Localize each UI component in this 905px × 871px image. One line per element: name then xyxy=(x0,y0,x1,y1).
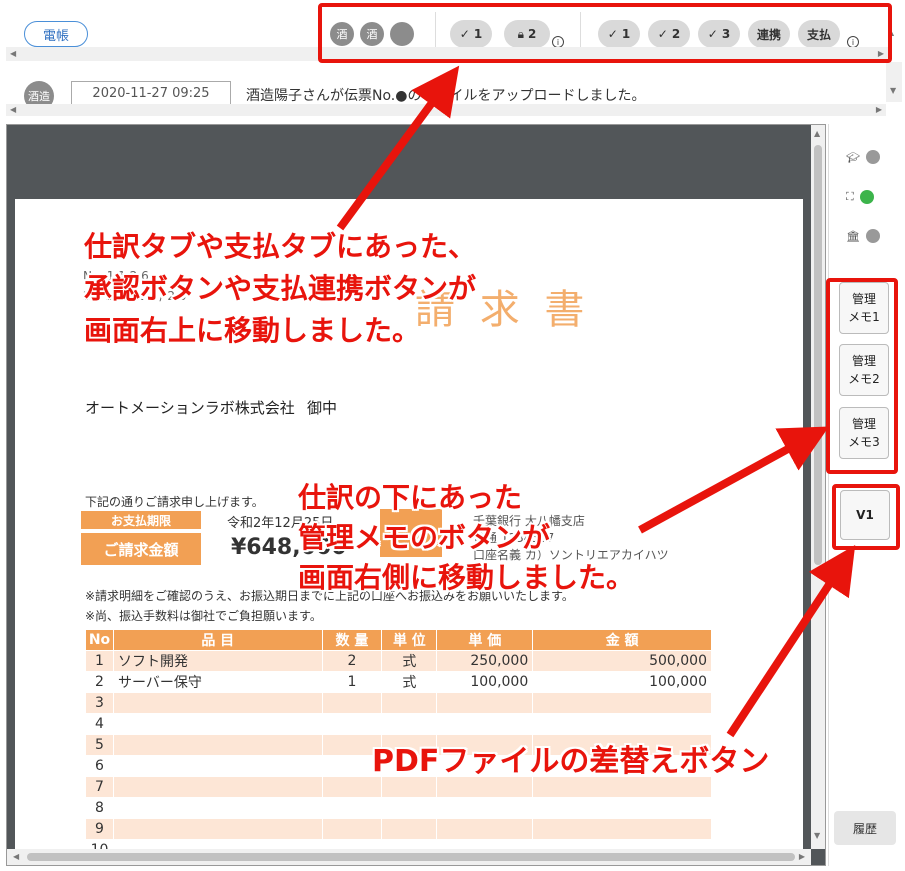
annotation-line: 仕訳の下にあった xyxy=(298,481,523,514)
annotation-line: 画面右上に移動しました。 xyxy=(84,314,421,347)
arrow-to-memo-buttons xyxy=(638,426,830,534)
arrow-to-version-button xyxy=(726,544,856,738)
annotation-line: 承認ボタンや支払連携ボタンが xyxy=(84,272,477,305)
annotation-top: 仕訳タブや支払タブにあった、 承認ボタンや支払連携ボタンが 画面右上に移動しまし… xyxy=(84,226,476,352)
app-window: 電帳 酒 酒 ✓ 1 🔒︎ 2 i ✓ 1 ✓ 2 ✓ 3 連携 支払 i ◀ ▶ ▲ 酒… xyxy=(0,0,905,871)
annotation-middle: 仕訳の下にあった 管理メモのボタンが 画面右側に移動しました。 xyxy=(298,478,634,598)
annotation-line: 管理メモのボタンが xyxy=(298,521,551,554)
arrow-to-top-buttons xyxy=(336,65,460,231)
annotation-line: 仕訳タブや支払タブにあった、 xyxy=(84,230,477,263)
annotation-line: 画面右側に移動しました。 xyxy=(298,561,635,594)
annotation-bottom: PDFファイルの差替えボタン xyxy=(372,744,770,779)
